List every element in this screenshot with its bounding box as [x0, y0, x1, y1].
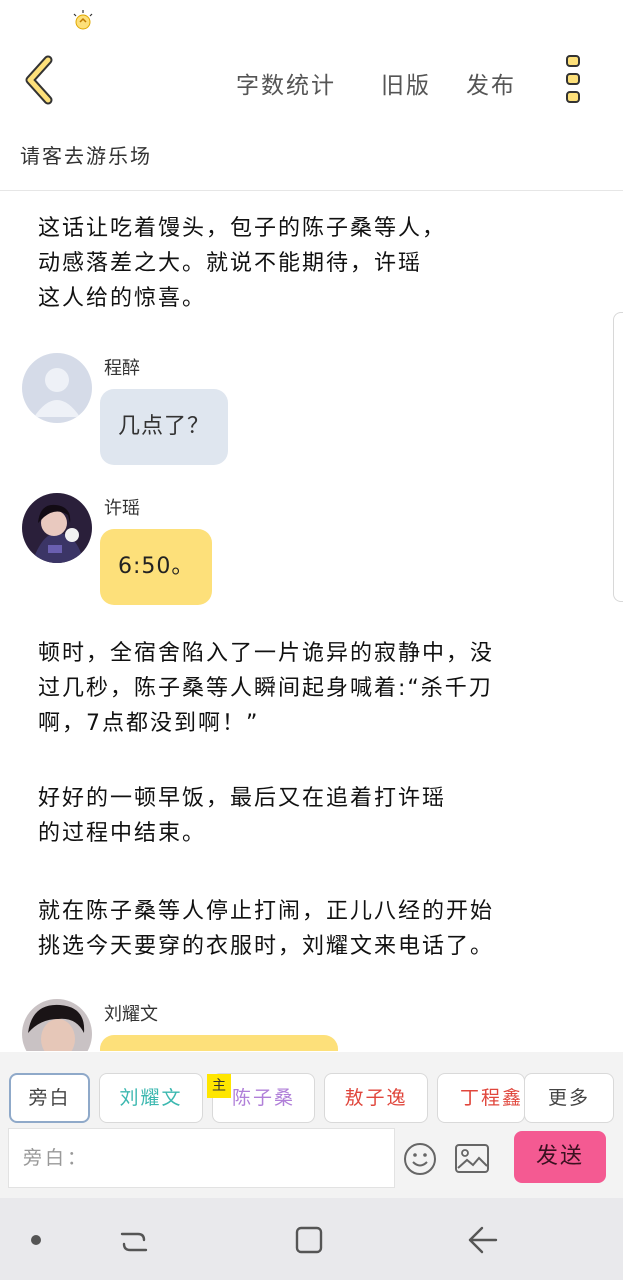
role-chip-liu-yaowen[interactable]: 刘耀文 — [99, 1073, 203, 1123]
narration-text: 好好的一顿早饭，最后又在追着打许瑶 的过程中结束。 — [38, 786, 447, 846]
message-bubble: 几点了？ — [100, 389, 229, 465]
page-title: 请客去游乐场 — [20, 144, 152, 168]
role-chip-narrator[interactable]: 旁白 — [9, 1073, 90, 1123]
more-options-icon[interactable] — [558, 53, 588, 105]
message-bubble: 6:50。 — [100, 529, 213, 605]
story-content[interactable]: 这话让吃着馒头，包子的陈子桑等人， 动感落差之大。就说不能期待，许瑶 这人给的惊… — [0, 191, 623, 1051]
emoji-icon[interactable] — [402, 1141, 438, 1177]
speaker-name: 许瑶 — [104, 498, 140, 519]
image-icon[interactable] — [454, 1142, 490, 1176]
old-version-button[interactable]: 旧版 — [381, 66, 431, 100]
nav-dot-icon[interactable] — [30, 1234, 42, 1246]
top-app-bar: 字数统计 旧版 发布 — [0, 40, 623, 120]
role-chip-ding-chengxin[interactable]: 丁程鑫 — [437, 1073, 525, 1123]
role-chip-ao-ziyi[interactable]: 敖子逸 — [324, 1073, 428, 1123]
narration-text: 这话让吃着馒头，包子的陈子桑等人， 动感落差之大。就说不能期待，许瑶 这人给的惊… — [38, 216, 447, 311]
system-nav-bar — [0, 1198, 623, 1280]
publish-button[interactable]: 发布 — [466, 66, 516, 100]
narration-text: 就在陈子桑等人停止打闹，正儿八经的开始 挑选今天要穿的衣服时，刘耀文来电话了。 — [38, 899, 495, 959]
message-input[interactable]: 旁白： — [8, 1128, 395, 1188]
girl-photo-avatar — [22, 493, 92, 563]
composer-panel: 旁白 刘耀文 陈子桑 主 敖子逸 丁程鑫 更多 旁白： 发送 — [0, 1052, 623, 1198]
message-bubble — [100, 1035, 338, 1051]
scroll-handle[interactable] — [613, 312, 623, 602]
lightbulb-notification-icon — [73, 10, 93, 30]
send-button[interactable]: 发送 — [514, 1131, 606, 1183]
recent-apps-icon[interactable] — [118, 1226, 150, 1258]
word-count-button[interactable]: 字数统计 — [236, 66, 336, 100]
speaker-name: 刘耀文 — [104, 1004, 158, 1025]
home-icon[interactable] — [293, 1224, 325, 1256]
speaker-name: 程醉 — [104, 358, 140, 379]
narration-text: 顿时，全宿舍陷入了一片诡异的寂静中，没 过几秒，陈子桑等人瞬间起身喊着:“杀千刀… — [38, 641, 495, 736]
boy-photo-avatar — [22, 999, 92, 1051]
default-avatar — [22, 353, 92, 423]
main-character-badge: 主 — [207, 1074, 231, 1098]
back-icon[interactable] — [466, 1224, 500, 1256]
more-roles-button[interactable]: 更多 — [524, 1073, 614, 1123]
back-arrow-icon[interactable] — [20, 54, 60, 106]
